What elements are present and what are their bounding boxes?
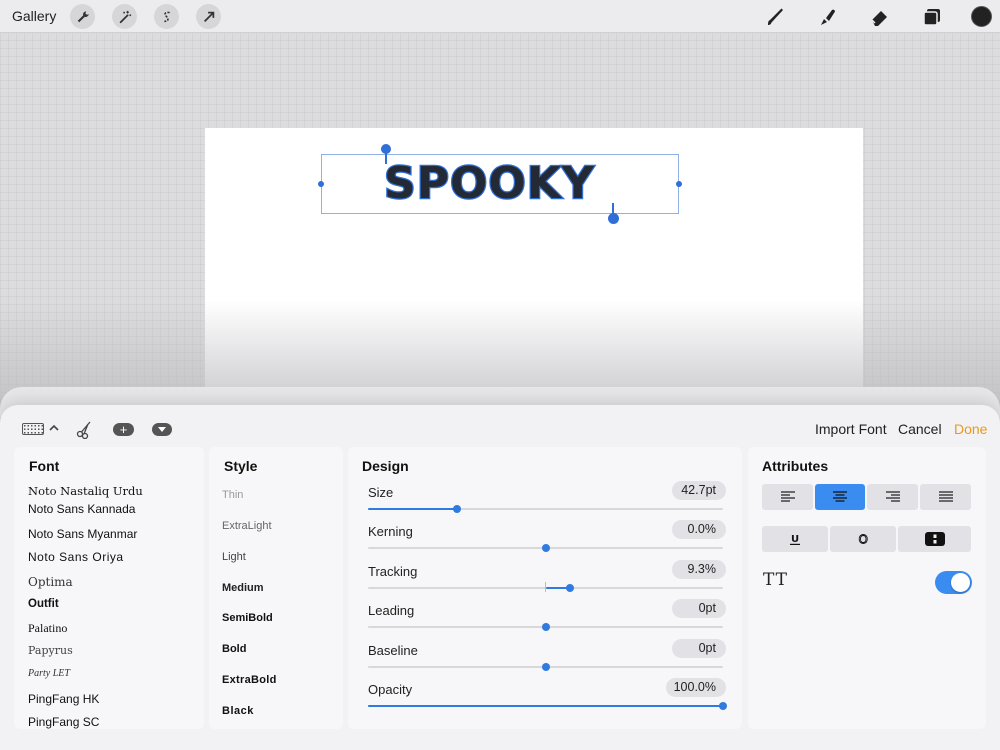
align-right-button[interactable] — [867, 484, 918, 510]
dropdown-button[interactable] — [152, 423, 172, 436]
kerning-slider-knob[interactable] — [541, 544, 550, 552]
style-toggle-icon — [924, 532, 945, 546]
add-button[interactable]: + — [113, 423, 134, 436]
kerning-value[interactable]: 0.0% — [672, 520, 726, 539]
cancel-button[interactable]: Cancel — [898, 421, 942, 437]
underline-icon: U — [790, 534, 800, 545]
style-item-extrabold[interactable]: ExtraBold — [222, 674, 277, 686]
font-item-selected[interactable]: Outfit — [28, 598, 59, 610]
font-item[interactable]: Papyrus — [28, 644, 73, 657]
size-value[interactable]: 42.7pt — [672, 481, 726, 500]
top-toolbar: Gallery — [0, 0, 1000, 33]
wrench-icon[interactable] — [70, 4, 95, 29]
align-center-button[interactable] — [815, 484, 865, 510]
align-center-icon — [833, 491, 847, 502]
magic-wand-icon[interactable] — [112, 4, 137, 29]
selection-left-handle[interactable] — [318, 181, 324, 187]
style-column-title: Style — [224, 458, 258, 474]
chevron-up-icon[interactable] — [48, 421, 60, 435]
opacity-value[interactable]: 100.0% — [666, 678, 726, 697]
attributes-column-title: Attributes — [762, 458, 829, 474]
opacity-slider-knob[interactable] — [719, 702, 727, 710]
kerning-label: Kerning — [368, 524, 413, 539]
tracking-value[interactable]: 9.3% — [672, 560, 726, 579]
design-column-title: Design — [362, 458, 409, 474]
font-item[interactable]: Noto Nastaliq Urdu — [28, 484, 143, 498]
size-label: Size — [368, 485, 394, 500]
baseline-label: Baseline — [368, 643, 418, 658]
align-left-icon — [780, 491, 795, 502]
svg-text:U: U — [791, 534, 799, 545]
gallery-button[interactable]: Gallery — [12, 8, 56, 24]
outline-button[interactable]: O — [830, 526, 896, 552]
tracking-label: Tracking — [368, 564, 418, 579]
leading-value[interactable]: 0pt — [672, 599, 726, 618]
font-item[interactable]: PingFang SC — [28, 715, 99, 729]
layers-icon[interactable] — [919, 4, 945, 30]
cursor-end-handle[interactable] — [608, 213, 619, 224]
align-justify-icon — [938, 491, 953, 502]
font-item[interactable]: Noto Sans Myanmar — [28, 527, 137, 541]
selection-s-icon[interactable] — [154, 4, 179, 29]
font-column-title: Font — [29, 458, 60, 474]
done-button[interactable]: Done — [954, 421, 987, 437]
size-slider-fill — [368, 508, 457, 510]
eraser-icon[interactable] — [867, 4, 893, 30]
leading-label: Leading — [368, 603, 415, 618]
color-swatch-button[interactable] — [971, 6, 992, 27]
style-item-medium[interactable]: Medium — [222, 582, 264, 594]
font-item[interactable]: PingFang HK — [28, 692, 99, 706]
all-caps-toggle[interactable] — [935, 571, 972, 594]
underline-button[interactable]: U — [762, 526, 828, 552]
font-item[interactable]: Palatino — [28, 621, 67, 636]
brush-icon[interactable] — [763, 4, 789, 30]
style-item-bold[interactable]: Bold — [222, 643, 246, 655]
import-font-button[interactable]: Import Font — [815, 421, 887, 437]
svg-text:O: O — [859, 533, 868, 545]
style-item-thin[interactable]: Thin — [222, 489, 243, 501]
selection-right-handle[interactable] — [676, 181, 682, 187]
style-item-light[interactable]: Light — [222, 551, 246, 563]
align-right-icon — [885, 491, 900, 502]
font-item[interactable]: Optima — [28, 575, 73, 589]
align-justify-button[interactable] — [920, 484, 971, 510]
style-item-black[interactable]: Black — [222, 705, 254, 717]
align-left-button[interactable] — [762, 484, 813, 510]
size-slider-knob[interactable] — [452, 505, 461, 513]
style-item-extralight[interactable]: ExtraLight — [222, 520, 272, 532]
font-item[interactable]: Party LET — [28, 668, 70, 679]
font-item[interactable]: Noto Sans Oriya — [28, 550, 124, 564]
leading-slider-knob[interactable] — [541, 623, 550, 631]
transform-arrow-icon[interactable] — [196, 4, 221, 29]
all-caps-label: TT — [763, 570, 788, 590]
keyboard-icon[interactable] — [22, 423, 44, 435]
cursor-start-handle[interactable] — [381, 144, 391, 154]
font-item[interactable]: Noto Sans Kannada — [28, 502, 135, 516]
scissors-icon[interactable] — [75, 419, 95, 439]
baseline-slider-knob[interactable] — [541, 663, 550, 671]
opacity-label: Opacity — [368, 682, 413, 697]
baseline-value[interactable]: 0pt — [672, 639, 726, 658]
style-item-semibold[interactable]: SemiBold — [222, 612, 273, 624]
opacity-slider-fill — [368, 705, 723, 707]
smudge-icon[interactable] — [815, 4, 841, 30]
canvas-text[interactable]: SPOOKY — [383, 157, 614, 211]
outline-icon: O — [858, 533, 868, 545]
style-toggle-button[interactable] — [898, 526, 971, 552]
